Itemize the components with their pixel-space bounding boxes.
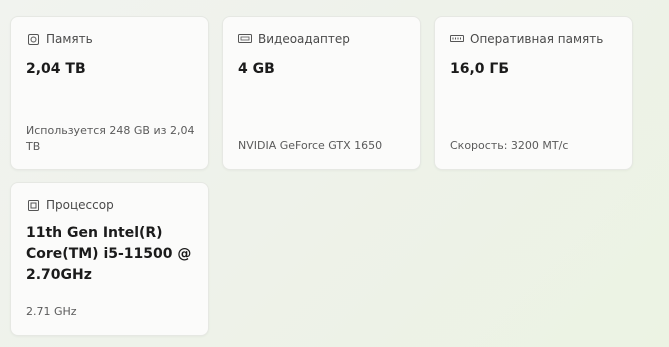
display-adapter-icon (238, 32, 252, 46)
processor-title: Процессор (46, 198, 114, 212)
storage-total-value: 2,04 TB (26, 61, 86, 77)
processor-model-value: 11th Gen Intel(R) Core(TM) i5-11500 @ 2.… (26, 225, 192, 283)
storage-icon (26, 32, 40, 46)
ram-icon (450, 32, 464, 46)
storage-usage-text: Используется 248 GB из 2,04 TB (26, 124, 195, 153)
ram-speed-text: Скорость: 3200 MT/c (450, 139, 569, 152)
ram-card-header: Оперативная память (450, 32, 603, 46)
display-adapter-card[interactable]: Видеоадаптер 4 GB NVIDIA GeForce GTX 165… (222, 16, 421, 170)
storage-card[interactable]: Память 2,04 TB Используется 248 GB из 2,… (10, 16, 209, 170)
processor-card[interactable]: Процессор 11th Gen Intel(R) Core(TM) i5-… (10, 182, 209, 336)
display-adapter-card-header: Видеоадаптер (238, 32, 350, 46)
processor-speed-text: 2.71 GHz (26, 305, 77, 318)
processor-icon (26, 198, 40, 212)
processor-card-header: Процессор (26, 198, 114, 212)
ram-title: Оперативная память (470, 32, 604, 46)
display-adapter-memory-value: 4 GB (238, 61, 275, 77)
display-adapter-model-text: NVIDIA GeForce GTX 1650 (238, 139, 383, 152)
display-adapter-title: Видеоадаптер (258, 32, 350, 46)
ram-card[interactable]: Оперативная память 16,0 ГБ Скорость: 320… (434, 16, 633, 170)
ram-total-value: 16,0 ГБ (450, 61, 510, 77)
storage-card-header: Память (26, 32, 93, 46)
storage-title: Память (46, 32, 93, 46)
